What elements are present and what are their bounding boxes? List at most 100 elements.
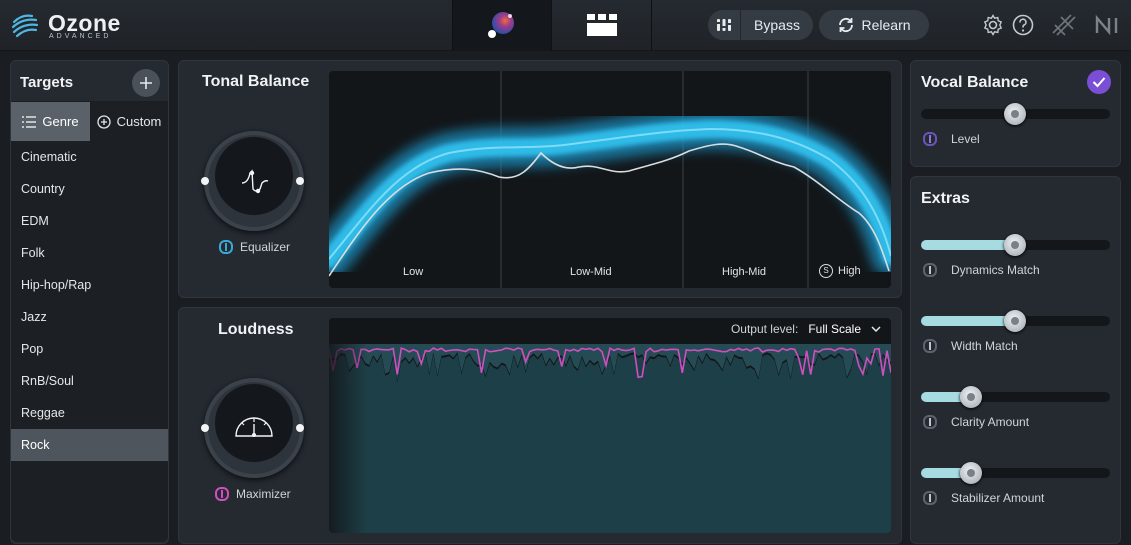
equalizer-toggle[interactable]: Equalizer <box>219 240 290 254</box>
tab-genre[interactable]: Genre <box>11 102 90 141</box>
extras-title: Extras <box>921 190 970 207</box>
genre-list: Cinematic Country EDM Folk Hip-hop/Rap Jazz Po… <box>11 141 168 542</box>
assistant-orb-icon <box>488 12 514 38</box>
power-icon <box>923 339 937 353</box>
ozone-logo: Ozone ADVANCED <box>10 8 120 42</box>
solo-badge-icon: S <box>819 264 833 278</box>
band-high-label: High <box>838 265 861 277</box>
tab-genre-label: Genre <box>42 114 79 129</box>
tonal-balance-graph[interactable]: Low Low-Mid High-Mid S High <box>329 71 891 288</box>
clarity-amount-toggle[interactable]: Clarity Amount <box>923 415 1029 429</box>
clarity-amount-track[interactable] <box>921 386 1110 408</box>
bypass-meter-icon-wrap <box>708 10 741 40</box>
maximizer-label: Maximizer <box>236 487 291 501</box>
relearn-label: Relearn <box>861 17 911 33</box>
modules-tab[interactable] <box>551 0 652 50</box>
bypass-meter-icon <box>716 19 732 31</box>
width-match-label: Width Match <box>951 339 1018 353</box>
bypass-label: Bypass <box>754 17 800 33</box>
power-icon <box>923 491 937 505</box>
vocal-level-thumb[interactable] <box>1004 103 1026 125</box>
power-icon <box>923 415 937 429</box>
vocal-balance-panel: Vocal Balance Level <box>910 60 1121 167</box>
dynamics-match-track[interactable] <box>921 234 1110 256</box>
genre-item-hip-hop-rap[interactable]: Hip-hop/Rap <box>11 269 168 301</box>
relearn-icon <box>839 17 854 33</box>
genre-item-pop[interactable]: Pop <box>11 333 168 365</box>
help-icon[interactable] <box>1011 13 1035 37</box>
width-match-fill <box>921 316 1016 326</box>
chevron-down-icon <box>871 326 881 333</box>
clarity-amount-thumb[interactable] <box>960 386 982 408</box>
stabilizer-amount-thumb[interactable] <box>960 462 982 484</box>
output-level-row[interactable]: Output level: Full Scale <box>731 322 881 336</box>
genre-item-rock[interactable]: Rock <box>11 429 168 461</box>
maximizer-knob-max-dot <box>296 424 304 432</box>
genre-item-country[interactable]: Country <box>11 173 168 205</box>
assistant-tab[interactable] <box>452 0 552 50</box>
output-level-value: Full Scale <box>808 322 861 336</box>
eq-curve-icon <box>241 169 269 194</box>
dynamics-match-label: Dynamics Match <box>951 263 1040 277</box>
modules-grid-icon <box>587 14 617 36</box>
genre-item-cinematic[interactable]: Cinematic <box>11 141 168 173</box>
genre-item-jazz[interactable]: Jazz <box>11 301 168 333</box>
maximizer-knob[interactable] <box>204 378 304 478</box>
equalizer-label: Equalizer <box>240 240 291 254</box>
vocal-level-track[interactable] <box>921 103 1110 125</box>
tab-custom[interactable]: Custom <box>90 102 168 141</box>
targets-tabs: Genre Custom <box>11 101 168 142</box>
width-match-thumb[interactable] <box>1004 310 1026 332</box>
stabilizer-amount-toggle[interactable]: Stabilizer Amount <box>923 491 1044 505</box>
equalizer-knob[interactable] <box>204 131 304 231</box>
band-low-mid: Low-Mid <box>570 266 612 278</box>
output-level-label: Output level: <box>730 322 799 336</box>
power-icon <box>219 240 233 254</box>
vocal-level-toggle[interactable]: Level <box>923 132 980 146</box>
power-icon <box>215 487 229 501</box>
genre-item-edm[interactable]: EDM <box>11 205 168 237</box>
settings-gear-icon[interactable] <box>981 13 1005 37</box>
tonal-balance-panel: Tonal Balance Equalizer Low Low-Mid High… <box>178 60 902 298</box>
power-icon <box>923 132 937 146</box>
equalizer-knob-min-dot <box>201 177 209 185</box>
equalizer-knob-max-dot <box>296 177 304 185</box>
checkmark-icon <box>1092 77 1106 88</box>
vocal-level-label: Level <box>951 132 980 146</box>
loudness-panel: Loudness Maximizer Output level: Full Sc… <box>178 307 902 544</box>
genre-item-rnb-soul[interactable]: RnB/Soul <box>11 365 168 397</box>
top-bar: Ozone ADVANCED Bypass Relearn <box>0 0 1131 51</box>
maximizer-toggle[interactable]: Maximizer <box>215 487 291 501</box>
clarity-amount-label: Clarity Amount <box>951 415 1030 429</box>
vocal-balance-title: Vocal Balance <box>921 74 1029 91</box>
add-circle-icon <box>96 114 111 129</box>
add-target-button[interactable] <box>132 69 160 97</box>
band-low: Low <box>403 266 424 278</box>
stabilizer-amount-label: Stabilizer Amount <box>951 491 1045 505</box>
tonal-balance-curves <box>329 71 891 288</box>
gauge-icon <box>235 417 273 437</box>
targets-panel: Targets Genre Custom Cinematic Country EDM… <box>10 60 169 544</box>
loudness-graph[interactable]: Output level: Full Scale <box>329 318 891 533</box>
stabilizer-amount-track[interactable] <box>921 462 1110 484</box>
dynamics-match-toggle[interactable]: Dynamics Match <box>923 263 1040 277</box>
dynamics-match-thumb[interactable] <box>1004 234 1026 256</box>
plus-icon <box>140 77 152 89</box>
bypass-button[interactable]: Bypass <box>708 10 813 40</box>
power-icon <box>923 263 937 277</box>
band-high-mid: High-Mid <box>722 266 767 278</box>
maximizer-knob-min-dot <box>201 424 209 432</box>
codec-preview-icon[interactable] <box>1051 13 1077 37</box>
genre-item-folk[interactable]: Folk <box>11 237 168 269</box>
relearn-button[interactable]: Relearn <box>819 10 929 40</box>
tab-custom-label: Custom <box>116 114 162 129</box>
band-high[interactable]: S High <box>819 264 861 278</box>
list-icon <box>22 115 37 128</box>
extras-panel: Extras Dynamics Match Width Match Clarit… <box>910 176 1121 544</box>
genre-item-reggae[interactable]: Reggae <box>11 397 168 429</box>
width-match-track[interactable] <box>921 310 1110 332</box>
ni-logo-icon <box>1095 14 1118 36</box>
vocal-balance-enable-checkbox[interactable] <box>1087 70 1111 94</box>
ozone-logo-icon <box>11 14 39 38</box>
width-match-toggle[interactable]: Width Match <box>923 339 1018 353</box>
